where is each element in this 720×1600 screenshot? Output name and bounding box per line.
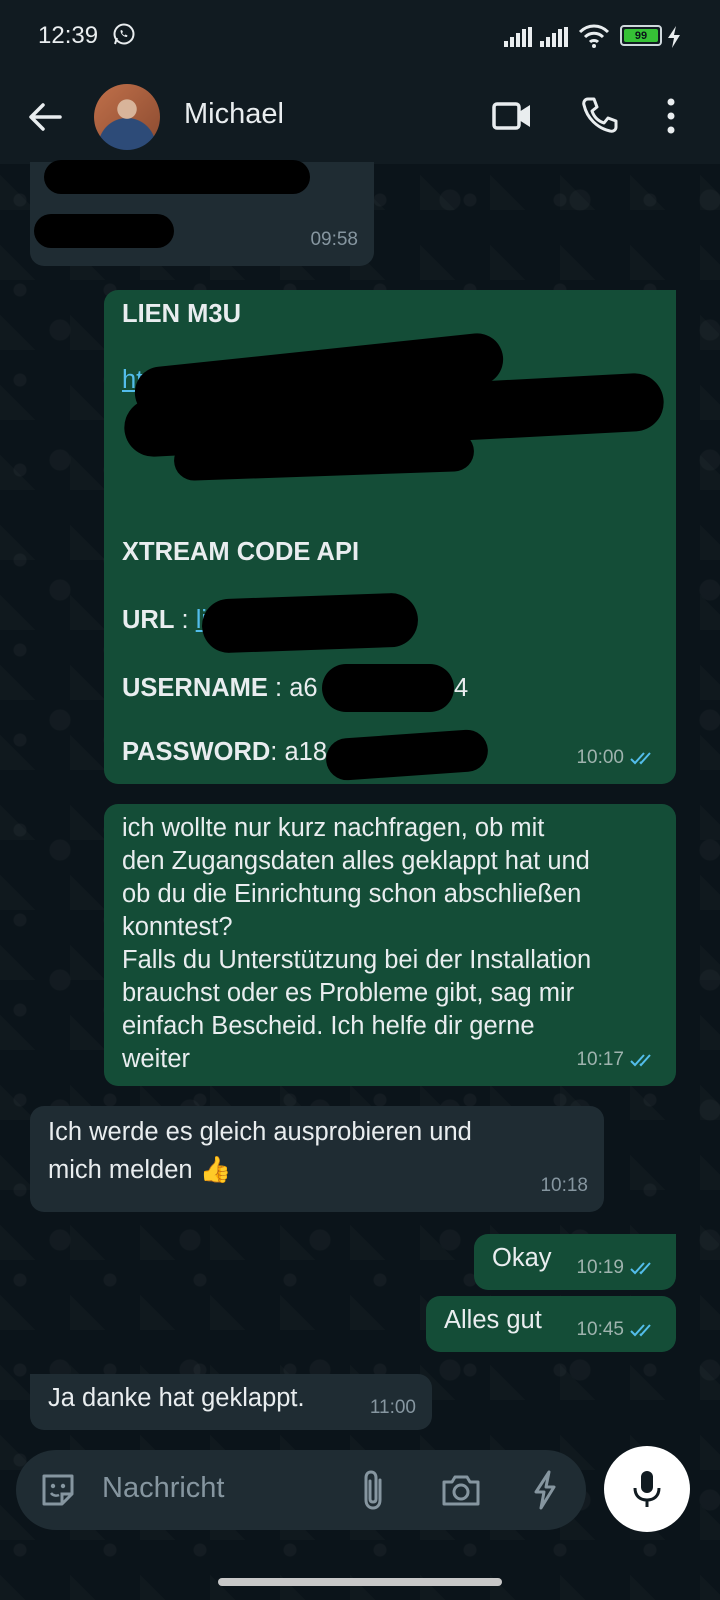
message-outgoing[interactable]: ich wollte nur kurz nachfragen, ob mit d…	[104, 804, 676, 1086]
message-line: ich wollte nur kurz nachfragen, ob mit	[122, 814, 545, 842]
message-incoming[interactable]: Ich werde es gleich ausprobieren und mic…	[30, 1106, 604, 1212]
message-time: 11:00	[369, 1397, 416, 1418]
bolt-icon	[668, 26, 680, 48]
back-arrow-icon[interactable]	[26, 98, 64, 136]
camera-icon[interactable]	[440, 1470, 482, 1510]
signal-icon	[504, 27, 532, 47]
message-line: Ich werde es gleich ausprobieren und	[48, 1118, 472, 1146]
message-outgoing[interactable]: Okay 10:19	[474, 1234, 676, 1290]
wifi-icon	[578, 24, 610, 48]
message-meta: 10:00	[576, 741, 660, 774]
message-incoming[interactable]: 09:58	[30, 160, 374, 266]
url-line: URL : li	[122, 604, 207, 637]
read-ticks-icon	[630, 1323, 651, 1336]
message-text: Okay	[492, 1244, 552, 1272]
message-time: 10:17	[576, 1049, 624, 1070]
message-line: einfach Bescheid. Ich helfe dir gerne	[122, 1012, 535, 1040]
message-heading: LIEN M3U	[122, 300, 242, 328]
home-indicator[interactable]	[218, 1578, 502, 1586]
whatsapp-status-icon	[113, 23, 135, 45]
url-separator: :	[174, 606, 196, 634]
phone-call-icon[interactable]	[580, 96, 618, 134]
message-heading: XTREAM CODE API	[122, 538, 360, 566]
message-meta: 10:45	[576, 1313, 660, 1346]
chat-header: Michael	[0, 72, 720, 164]
username-tail: 4	[454, 674, 469, 702]
mic-button[interactable]	[604, 1446, 690, 1532]
redaction-mark	[201, 592, 419, 654]
redaction-mark	[34, 214, 174, 248]
sticker-icon[interactable]	[38, 1470, 78, 1510]
contact-name[interactable]: Michael	[184, 98, 284, 131]
username-line: USERNAME : a6	[122, 672, 318, 705]
username-value: : a6	[267, 674, 318, 702]
message-text: Alles gut	[444, 1306, 542, 1334]
chat-screen: 12:39 99 Michael 09:58 LIEN M3U XTREAM C…	[0, 0, 720, 1600]
message-input-bar: Nachricht	[16, 1450, 586, 1530]
message-meta: 09:58	[310, 223, 358, 256]
message-meta: 10:19	[576, 1251, 660, 1284]
message-incoming[interactable]: Ja danke hat geklappt. 11:00	[30, 1374, 432, 1430]
message-time: 09:58	[310, 229, 358, 250]
flash-icon[interactable]	[530, 1468, 560, 1512]
message-line: Falls du Unterstützung bei der Installat…	[122, 946, 592, 974]
message-input[interactable]: Nachricht	[102, 1472, 225, 1505]
status-time: 12:39	[38, 22, 99, 49]
message-line: mich melden 👍	[48, 1156, 232, 1184]
message-outgoing[interactable]: Alles gut 10:45	[426, 1296, 676, 1352]
read-ticks-icon	[630, 751, 651, 764]
password-label: PASSWORD	[122, 738, 271, 766]
message-line: konntest?	[122, 913, 233, 941]
redaction-mark	[322, 664, 454, 712]
password-value: : a18	[270, 738, 327, 766]
more-options-icon[interactable]	[664, 96, 678, 136]
message-time: 10:19	[576, 1257, 624, 1278]
message-outgoing[interactable]: LIEN M3U http XTREAM CODE API URL : li U…	[104, 290, 676, 784]
redaction-mark	[44, 160, 310, 194]
attach-icon[interactable]	[358, 1468, 388, 1512]
username-label: USERNAME	[122, 674, 268, 702]
message-line: den Zugangsdaten alles geklappt hat und	[122, 847, 590, 875]
message-line: weiter	[122, 1045, 191, 1073]
message-time: 10:45	[576, 1319, 624, 1340]
mic-icon	[633, 1471, 661, 1507]
password-line: PASSWORD: a18	[122, 736, 327, 769]
battery-level: 99	[624, 29, 658, 42]
message-time: 10:00	[576, 747, 624, 768]
read-ticks-icon	[630, 1261, 651, 1274]
message-meta: 10:18	[540, 1169, 588, 1202]
message-meta: 11:00	[370, 1391, 416, 1424]
video-call-icon[interactable]	[492, 98, 532, 134]
redaction-mark	[324, 728, 490, 782]
message-meta: 10:17	[576, 1043, 660, 1076]
url-label: URL	[122, 606, 175, 634]
read-ticks-icon	[630, 1053, 651, 1066]
message-time: 10:18	[540, 1175, 588, 1196]
battery-icon: 99	[620, 25, 662, 46]
signal-icon	[540, 27, 568, 47]
message-text: Ja danke hat geklappt.	[48, 1384, 305, 1412]
message-line: brauchst oder es Probleme gibt, sag mir	[122, 979, 575, 1007]
message-line: ob du die Einrichtung schon abschließen	[122, 880, 582, 908]
avatar[interactable]	[94, 84, 160, 150]
status-bar: 12:39 99	[0, 0, 720, 72]
